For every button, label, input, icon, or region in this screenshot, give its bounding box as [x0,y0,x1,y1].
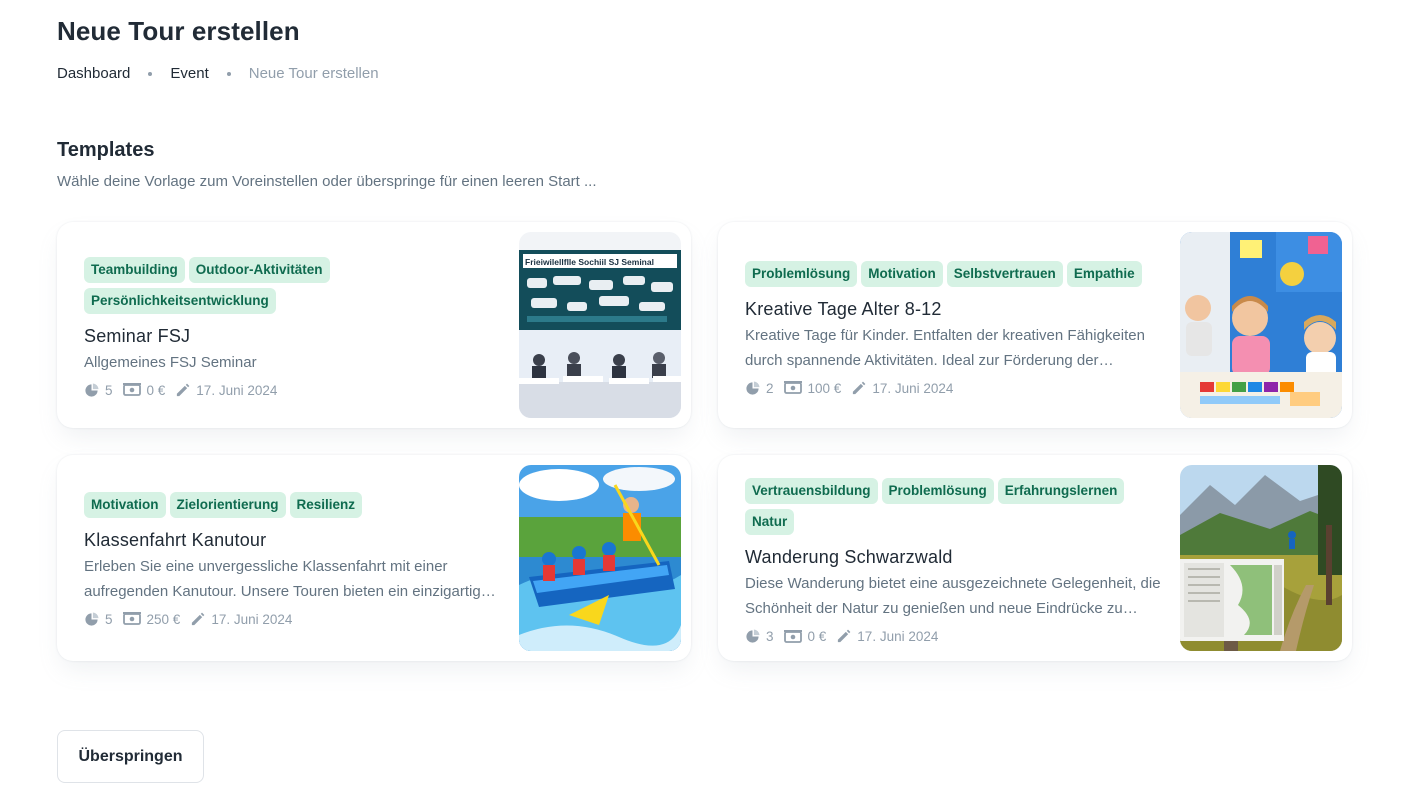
breadcrumb-dashboard[interactable]: Dashboard [57,65,130,82]
card-title: Seminar FSJ [84,325,191,346]
tag-list: Teambuilding Outdoor-Aktivitäten Persönl… [84,256,501,314]
tag: Motivation [84,491,166,518]
tag: Vertrauensbildung [745,478,878,504]
template-card-wanderung-schwarzwald[interactable]: Vertrauensbildung Problemlösung Erfahrun… [718,455,1352,661]
template-image: Frieiwilellflle Sochiil SJ Seminal [519,232,681,418]
tag: Motivation [861,260,943,287]
tag-list: Motivation Zielorientierung Resilienz [84,491,501,518]
card-description: Allgemeines FSJ Seminar [84,353,257,371]
image-caption: Frieiwilellflle Sochiil SJ Seminal [525,257,654,267]
card-title: Wanderung Schwarzwald [745,547,953,567]
tag: Selbstvertrauen [946,260,1063,287]
card-description: Diese Wanderung bietet eine ausgezeichne… [745,575,1161,617]
tag: Resilienz [289,491,363,518]
pencil-icon [838,629,851,643]
card-description: Kreative Tage für Kinder. Entfalten der … [745,326,1145,369]
pie-icon [85,382,99,397]
breadcrumb-separator [226,71,231,76]
breadcrumb-event[interactable]: Event [170,65,208,82]
template-card-seminar-fsj[interactable]: Teambuilding Outdoor-Aktivitäten Persönl… [57,222,691,428]
pie-icon [746,629,760,643]
date: 17. Juni 2024 [175,383,277,398]
tag: Outdoor-Aktivitäten [188,256,330,283]
breadcrumb-separator [148,71,153,76]
pencil-icon [853,381,866,394]
date: 17. Juni 2024 [851,381,953,396]
price: 0 € [783,629,826,644]
template-image [1180,465,1342,651]
tag: Zielorientierung [169,491,286,518]
tag: Empathie [1066,260,1142,287]
card-meta: 2 100 € 17. Juni 2024 [745,381,1162,396]
duration: 2 [745,381,774,396]
template-image [519,465,681,651]
pie-icon [746,380,760,395]
card-meta: 3 0 € 17. Juni 2024 [745,629,1162,644]
money-icon [122,383,141,396]
card-description: Erleben Sie eine unvergessliche Klassenf… [84,557,497,600]
tag-list: Vertrauensbildung Problemlösung Erfahrun… [745,478,1162,535]
pie-icon [85,611,99,626]
pencil-icon [192,612,205,625]
tag: Erfahrungslernen [997,478,1125,504]
duration: 5 [84,612,113,627]
tag: Problemlösung [745,260,858,287]
template-card-klassenfahrt-kanutour[interactable]: Motivation Zielorientierung Resilienz Kl… [57,455,691,661]
tag: Teambuilding [84,256,185,283]
page-title: Neue Tour erstellen [57,16,300,46]
card-title: Kreative Tage Alter 8-12 [745,298,942,319]
tag: Natur [745,509,795,535]
templates-title: Templates [57,139,155,161]
card-title: Klassenfahrt Kanutour [84,529,267,550]
card-meta: 5 250 € 17. Juni 2024 [84,612,501,627]
tag-list: Problemlösung Motivation Selbstvertrauen… [745,260,1162,287]
money-icon [122,612,141,625]
tag: Persönlichkeitsentwicklung [84,287,276,314]
money-icon [783,629,802,643]
date: 17. Juni 2024 [836,629,938,644]
duration: 5 [84,383,113,398]
template-card-kreative-tage[interactable]: Problemlösung Motivation Selbstvertrauen… [718,222,1352,428]
card-meta: 5 0 € 17. Juni 2024 [84,383,501,398]
price: 100 € [783,381,841,396]
skip-button[interactable]: Überspringen [57,730,204,783]
tag: Problemlösung [881,478,994,504]
template-image [1180,232,1342,418]
money-icon [783,381,802,394]
duration: 3 [745,629,774,644]
breadcrumb-current: Neue Tour erstellen [248,65,379,82]
price: 250 € [122,612,180,627]
date: 17. Juni 2024 [190,612,292,627]
templates-subtitle: Wähle deine Vorlage zum Voreinstellen od… [57,173,597,190]
pencil-icon [177,383,190,396]
price: 0 € [122,383,165,398]
breadcrumb: Dashboard Event Neue Tour erstellen [57,65,379,82]
